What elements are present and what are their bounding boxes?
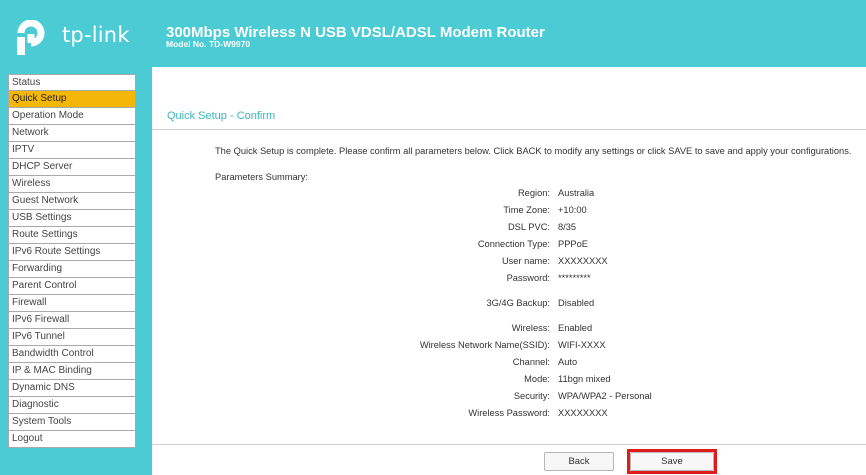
parameter-row: User name: XXXXXXXX [152, 256, 866, 270]
sidebar-item-ipv6-firewall[interactable]: IPv6 Firewall [8, 312, 136, 329]
parameter-value: Australia [558, 188, 595, 198]
logo-text: tp-link [62, 23, 130, 47]
parameter-label: User name: [501, 256, 550, 266]
parameter-row: Time Zone: +10:00 [152, 205, 866, 219]
sidebar-item-firewall[interactable]: Firewall [8, 295, 136, 312]
parameter-value: WPA/WPA2 - Personal [558, 391, 652, 401]
tp-link-logo: tp-link [14, 19, 144, 56]
parameter-label: Connection Type: [477, 239, 550, 249]
parameter-value: WIFI-XXXX [558, 340, 606, 350]
parameter-row: 3G/4G Backup: Disabled [152, 298, 866, 312]
parameter-label: Region: [517, 188, 550, 198]
sidebar-menu: Status Quick Setup Operation Mode Network IP… [8, 74, 136, 448]
intro-text: The Quick Setup is complete. Please conf… [215, 146, 852, 156]
sidebar: Status Quick Setup Operation Mode Network IP… [0, 67, 152, 475]
parameter-label: Time Zone: [503, 205, 550, 215]
parameter-row: Wireless Password: XXXXXXXX [152, 408, 866, 422]
sidebar-item-network[interactable]: Network [8, 125, 136, 142]
parameter-row: Wireless: Enabled [152, 323, 866, 337]
sidebar-item-operation-mode[interactable]: Operation Mode [8, 108, 136, 125]
sidebar-item-dynamic-dns[interactable]: Dynamic DNS [8, 380, 136, 397]
save-button[interactable]: Save [630, 452, 714, 471]
sidebar-item-diagnostic[interactable]: Diagnostic [8, 397, 136, 414]
sidebar-item-logout[interactable]: Logout [8, 431, 136, 448]
parameter-value: +10:00 [558, 205, 587, 215]
tp-link-logo-icon [17, 19, 45, 55]
parameter-label: Channel: [512, 357, 550, 367]
parameter-row: Region: Australia [152, 188, 866, 202]
sidebar-item-dhcp-server[interactable]: DHCP Server [8, 159, 136, 176]
parameter-label: DSL PVC: [507, 222, 550, 232]
page-title: Quick Setup - Confirm [167, 110, 276, 122]
parameter-label: 3G/4G Backup: [486, 298, 550, 308]
parameter-value: XXXXXXXX [558, 408, 608, 418]
sidebar-item-usb-settings[interactable]: USB Settings [8, 210, 136, 227]
header: tp-link 300Mbps Wireless N USB VDSL/ADSL… [0, 0, 866, 67]
parameter-value: PPPoE [558, 239, 588, 249]
divider [152, 444, 866, 445]
parameter-row: Security: WPA/WPA2 - Personal [152, 391, 866, 405]
sidebar-item-forwarding[interactable]: Forwarding [8, 261, 136, 278]
parameter-value: 11bgn mixed [558, 374, 611, 384]
sidebar-item-bandwidth-control[interactable]: Bandwidth Control [8, 346, 136, 363]
sidebar-item-ipv6-tunnel[interactable]: IPv6 Tunnel [8, 329, 136, 346]
parameter-row: Connection Type: PPPoE [152, 239, 866, 253]
parameter-value: ********* [558, 273, 591, 283]
sidebar-item-ipv6-route-settings[interactable]: IPv6 Route Settings [8, 244, 136, 261]
parameter-label: Wireless Network Name(SSID): [419, 340, 550, 350]
parameter-value: Auto [558, 357, 578, 367]
sidebar-item-status[interactable]: Status [8, 74, 136, 91]
sidebar-item-iptv[interactable]: IPTV [8, 142, 136, 159]
sidebar-item-route-settings[interactable]: Route Settings [8, 227, 136, 244]
sidebar-item-parent-control[interactable]: Parent Control [8, 278, 136, 295]
parameter-row: DSL PVC: 8/35 [152, 222, 866, 236]
sidebar-item-wireless[interactable]: Wireless [8, 176, 136, 193]
parameter-label: Password: [506, 273, 550, 283]
router-admin-page: tp-link 300Mbps Wireless N USB VDSL/ADSL… [0, 0, 866, 475]
parameter-label: Wireless Password: [468, 408, 550, 418]
parameter-label: Security: [513, 391, 550, 401]
parameter-label: Mode: [524, 374, 550, 384]
parameter-label: Wireless: [511, 323, 550, 333]
parameter-value: XXXXXXXX [558, 256, 608, 266]
parameter-row: Password: ********* [152, 273, 866, 287]
sidebar-item-quick-setup[interactable]: Quick Setup [8, 91, 136, 108]
parameters-summary-heading: Parameters Summary: [215, 172, 308, 182]
parameter-row: Wireless Network Name(SSID): WIFI-XXXX [152, 340, 866, 354]
parameter-row: Channel: Auto [152, 357, 866, 371]
sidebar-item-ip-mac-binding[interactable]: IP & MAC Binding [8, 363, 136, 380]
model-number: Model No. TD-W9970 [166, 39, 251, 49]
parameter-row: Mode: 11bgn mixed [152, 374, 866, 388]
parameter-value: Disabled [558, 298, 595, 308]
sidebar-item-system-tools[interactable]: System Tools [8, 414, 136, 431]
main-content: Quick Setup - Confirm The Quick Setup is… [152, 67, 866, 475]
sidebar-item-guest-network[interactable]: Guest Network [8, 193, 136, 210]
parameter-value: 8/35 [558, 222, 577, 232]
parameter-value: Enabled [558, 323, 593, 333]
divider [152, 129, 866, 130]
back-button[interactable]: Back [544, 452, 614, 471]
